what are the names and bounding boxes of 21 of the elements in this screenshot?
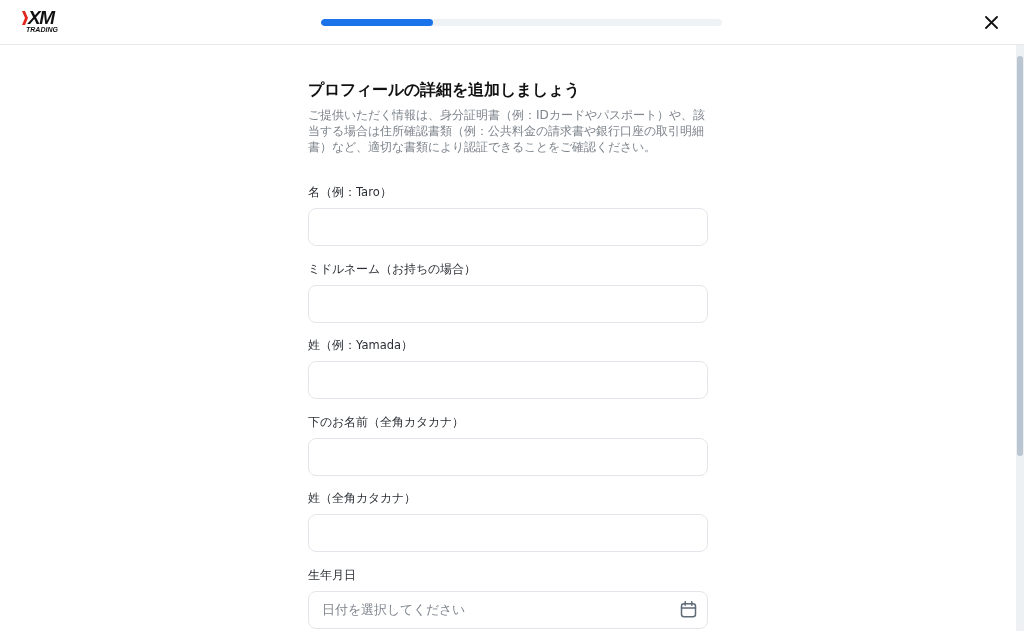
- input-field[interactable]: [308, 437, 708, 476]
- input-field[interactable]: [308, 284, 708, 323]
- close-button[interactable]: [983, 13, 1000, 31]
- field-label: 下のお名前（全角カタカナ）: [308, 413, 465, 430]
- field-label: 姓（例：Yamada）: [308, 337, 415, 354]
- field-label: 生年月日: [308, 566, 357, 583]
- logo-mark-icon: [22, 11, 28, 25]
- input-field[interactable]: [308, 208, 708, 246]
- form-description: ご提供いただく情報は、身分証明書（例：IDカードやパスポート）や、該当する場合は住所確認書類（例：公共料金の請求書や銀行口座の取引明細書）など、適切な書類により認証できることをご確認ください。: [308, 107, 706, 155]
- close-icon: [985, 15, 998, 29]
- field-label: 姓（全角カタカナ）: [308, 490, 417, 507]
- form-title: プロフィールの詳細を追加しましょう: [308, 79, 581, 101]
- logo-wordmark: XM: [28, 10, 55, 26]
- scrollbar-thumb[interactable]: [1017, 56, 1023, 456]
- input-field[interactable]: [308, 361, 708, 400]
- calendar-icon[interactable]: [680, 600, 697, 618]
- field-label: ミドルネーム（お持ちの場合）: [308, 260, 477, 277]
- date-field[interactable]: 日付を選択してください: [308, 590, 708, 629]
- scrollbar-track[interactable]: [1016, 45, 1024, 631]
- field-label: 名（例：Taro）: [308, 184, 393, 200]
- input-field[interactable]: [308, 514, 708, 553]
